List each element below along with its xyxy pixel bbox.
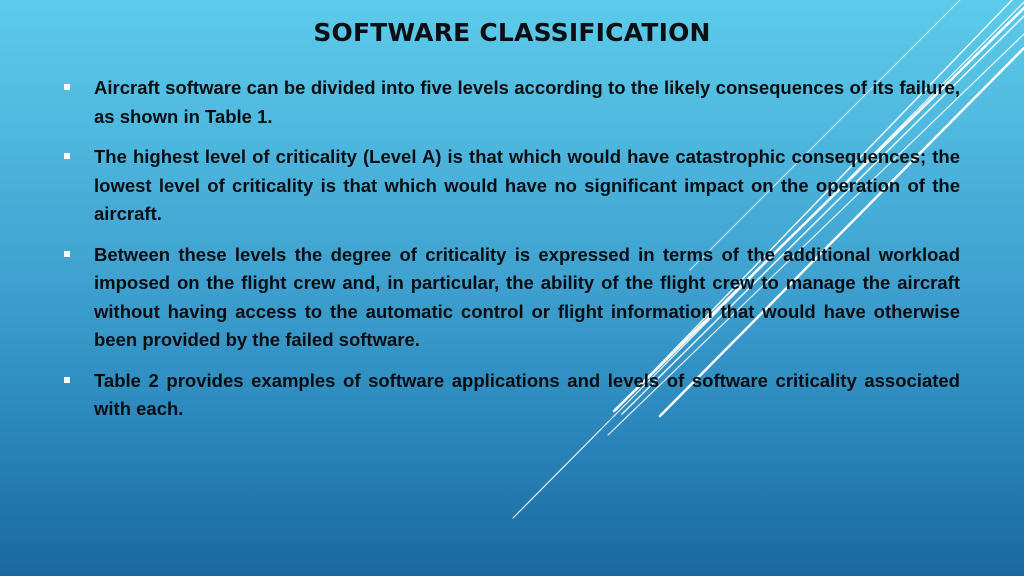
bullet-text: The highest level of criticality (Level … — [94, 146, 960, 224]
bullet-item: Between these levels the degree of criti… — [62, 241, 960, 355]
bullet-text: Between these levels the degree of criti… — [94, 243, 960, 351]
bullet-item: Table 2 provides examples of software ap… — [62, 367, 960, 424]
bullet-list: Aircraft software can be divided into fi… — [62, 74, 960, 436]
square-bullet-icon — [64, 250, 70, 257]
square-bullet-icon — [64, 153, 70, 159]
bullet-item: The highest level of criticality (Level … — [62, 143, 960, 229]
slide-title: SOFTWARE CLASSIFICATION — [313, 18, 711, 47]
bullet-item: Aircraft software can be divided into fi… — [62, 74, 960, 131]
square-bullet-icon — [64, 376, 70, 383]
bullet-text: Aircraft software can be divided into fi… — [94, 77, 960, 127]
square-bullet-icon — [64, 84, 70, 90]
bullet-text: Table 2 provides examples of software ap… — [94, 369, 960, 420]
